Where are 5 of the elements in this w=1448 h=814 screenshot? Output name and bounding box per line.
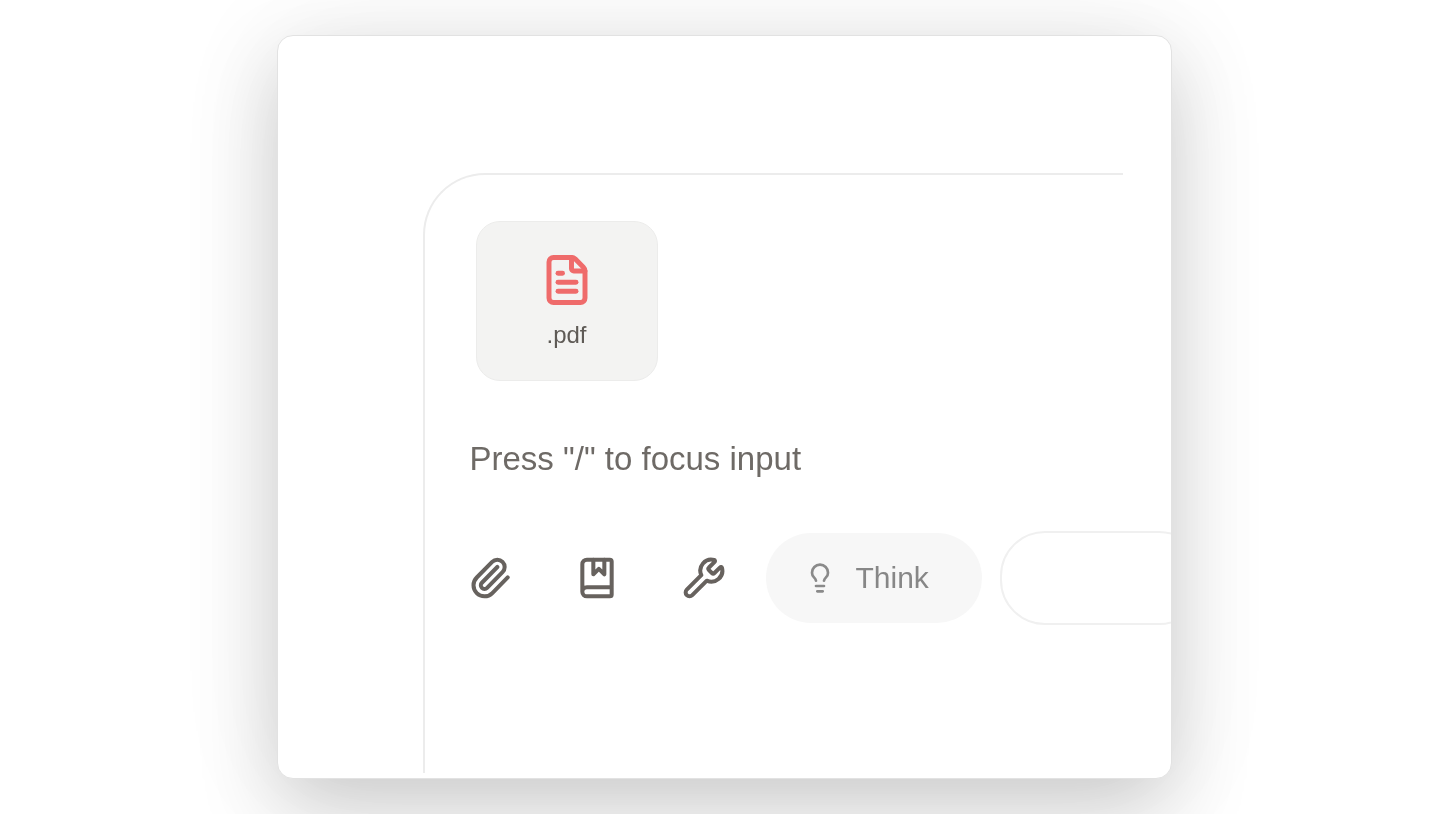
wrench-icon [681, 556, 726, 600]
think-button[interactable]: Think [765, 533, 982, 623]
file-type-label: .pdf [546, 321, 587, 349]
message-input[interactable]: Press "/" to focus input [469, 437, 990, 481]
attachment-tile[interactable]: .pdf [475, 221, 658, 381]
